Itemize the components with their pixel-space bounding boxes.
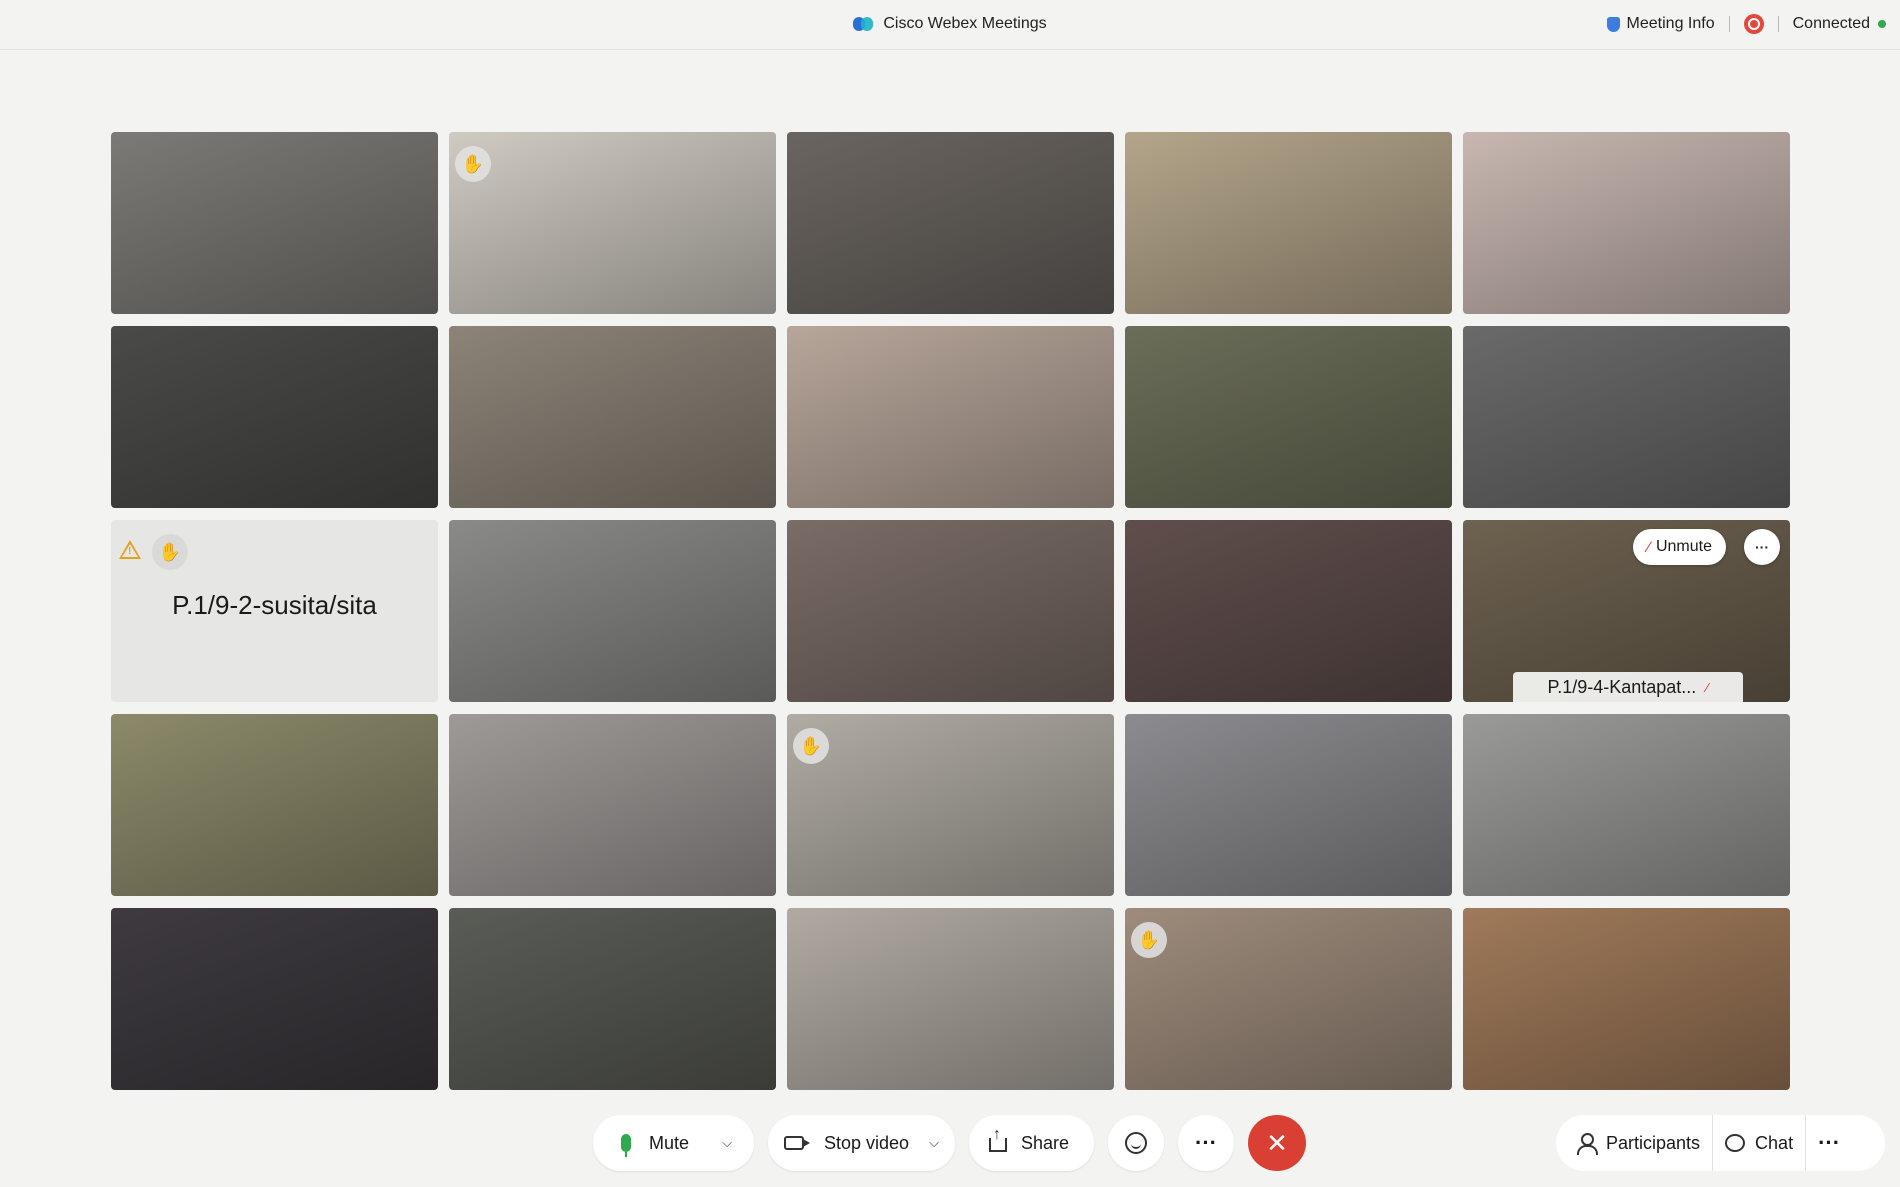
close-icon: ✕ [1266, 1127, 1288, 1158]
stop-video-button[interactable]: Stop video ⌵ [768, 1115, 955, 1171]
status-dot-icon [1878, 20, 1886, 28]
participant-tile[interactable] [787, 908, 1114, 1090]
more-options-button[interactable]: ··· [1178, 1115, 1234, 1171]
chat-button[interactable]: Chat [1713, 1115, 1805, 1171]
unmute-button[interactable]: ∕ Unmute [1633, 529, 1726, 565]
participant-tile[interactable] [449, 326, 776, 508]
title-bar: Cisco Webex Meetings Meeting Info Connec… [0, 0, 1900, 50]
participant-tile[interactable] [1125, 520, 1452, 702]
meeting-controls: Mute ⌵ Stop video ⌵ Share ··· ✕ Particip… [0, 1100, 1900, 1187]
participant-tile[interactable] [787, 520, 1114, 702]
connection-status-label: Connected [1792, 15, 1870, 32]
chat-icon [1725, 1134, 1746, 1152]
raised-hand-icon: ✋ [455, 146, 491, 182]
shield-icon [1606, 16, 1620, 32]
participant-tile[interactable] [1125, 132, 1452, 314]
participants-icon [1576, 1133, 1598, 1155]
participant-tile[interactable] [111, 326, 438, 508]
participant-tile[interactable] [787, 132, 1114, 314]
tile-more-button[interactable]: ··· [1744, 529, 1780, 565]
participant-tile[interactable]: ✋ [787, 714, 1114, 896]
video-grid: ✋! ✋ P.1/9-2-susita/sita ∕ Unmute ··· P.1/9-4-… [111, 132, 1790, 1090]
participant-tile[interactable] [1125, 326, 1452, 508]
divider [1777, 16, 1779, 32]
share-button[interactable]: Share [969, 1115, 1094, 1171]
connection-status: Connected [1793, 15, 1886, 33]
chevron-down-icon[interactable]: ⌵ [722, 1135, 732, 1151]
chevron-down-icon[interactable]: ⌵ [929, 1135, 939, 1151]
mute-label: Mute [649, 1132, 690, 1153]
participant-tile[interactable] [1463, 908, 1790, 1090]
webex-logo-icon [853, 16, 875, 32]
participant-tile[interactable] [449, 714, 776, 896]
participant-tile[interactable] [111, 132, 438, 314]
end-meeting-button[interactable]: ✕ [1248, 1115, 1306, 1171]
participants-button[interactable]: Participants [1556, 1115, 1712, 1171]
more-dots-icon: ··· [1818, 1130, 1841, 1155]
share-label: Share [1021, 1132, 1070, 1153]
share-icon [989, 1126, 1007, 1152]
participant-tile[interactable]: ! ✋ P.1/9-2-susita/sita [111, 520, 438, 702]
participant-name: P.1/9-4-Kantapat... [1547, 676, 1697, 697]
participant-name-tag: P.1/9-4-Kantapat... ∕ [1513, 672, 1743, 702]
participant-tile[interactable] [1463, 326, 1790, 508]
participant-name: P.1/9-2-susita/sita [172, 590, 377, 620]
raised-hand-icon: ✋ [1131, 922, 1167, 958]
emoji-icon [1125, 1132, 1147, 1154]
participant-tile[interactable] [1463, 132, 1790, 314]
participant-tile[interactable] [449, 520, 776, 702]
meeting-info-button[interactable]: Meeting Info [1606, 15, 1715, 33]
raised-hand-icon: ✋ [793, 728, 829, 764]
participant-tile[interactable] [1463, 714, 1790, 896]
more-dots-icon: ··· [1195, 1130, 1217, 1155]
mic-off-icon: ∕ [1706, 679, 1709, 695]
title-right-group: Meeting Info Connected [1606, 14, 1886, 34]
participant-tile[interactable] [111, 908, 438, 1090]
participant-tile[interactable] [449, 908, 776, 1090]
participant-tile[interactable]: ✋ [1125, 908, 1452, 1090]
unmute-label: Unmute [1655, 538, 1712, 555]
mute-button[interactable]: Mute ⌵ [593, 1115, 754, 1171]
warning-icon: ! [119, 540, 141, 559]
stop-video-label: Stop video [824, 1132, 910, 1153]
app-title: Cisco Webex Meetings [883, 15, 1047, 32]
panel-controls: Participants Chat ··· [1556, 1115, 1885, 1171]
participant-tile[interactable] [787, 326, 1114, 508]
raised-hand-icon: ✋ [152, 534, 188, 570]
panel-more-button[interactable]: ··· [1806, 1115, 1852, 1171]
participant-tile[interactable]: ✋ [449, 132, 776, 314]
chat-label: Chat [1755, 1132, 1794, 1153]
divider [1728, 16, 1730, 32]
participant-tile[interactable] [1125, 714, 1452, 896]
participant-tile[interactable] [111, 714, 438, 896]
mic-off-icon: ∕ [1647, 538, 1650, 556]
participant-tile[interactable]: ∕ Unmute ··· P.1/9-4-Kantapat... ∕ [1463, 520, 1790, 702]
recording-icon[interactable] [1743, 14, 1764, 34]
microphone-icon [621, 1134, 631, 1157]
meeting-info-label: Meeting Info [1626, 15, 1715, 32]
camera-icon [784, 1136, 810, 1150]
reactions-button[interactable] [1108, 1115, 1164, 1171]
participants-label: Participants [1606, 1132, 1701, 1153]
